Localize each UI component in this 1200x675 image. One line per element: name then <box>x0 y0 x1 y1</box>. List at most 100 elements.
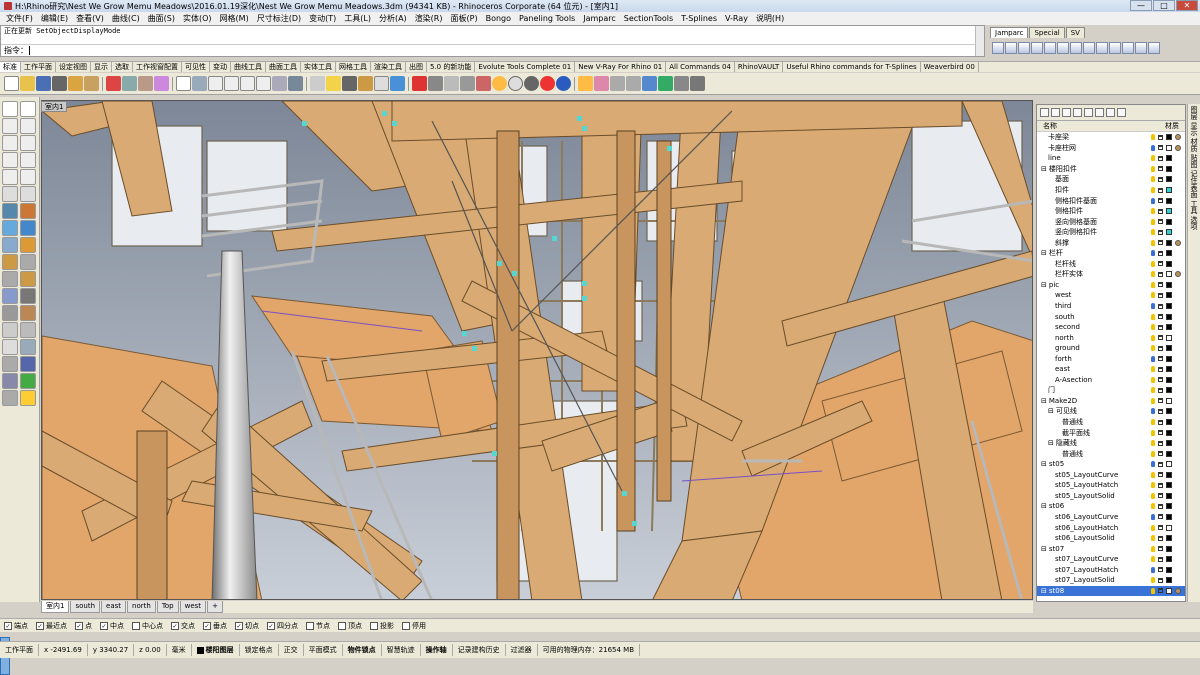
layer-row[interactable]: 竖向侧格基面 <box>1037 216 1185 227</box>
lock-icon[interactable] <box>1158 535 1163 541</box>
options-icon[interactable] <box>626 76 641 91</box>
script-icon[interactable] <box>610 76 625 91</box>
osnap-4[interactable]: 中心点 <box>132 621 163 631</box>
fillet-icon[interactable] <box>20 186 36 202</box>
expand-toggle-icon[interactable]: ⊟ <box>1041 460 1047 468</box>
toolbar-tab[interactable]: All Commands 04 <box>666 62 735 72</box>
layer-color-swatch[interactable] <box>1166 281 1172 288</box>
lock-icon[interactable] <box>1158 324 1163 330</box>
visibility-bulb-icon[interactable] <box>1151 471 1155 478</box>
layer-row[interactable]: 栏杆实体 <box>1037 269 1185 280</box>
visibility-bulb-icon[interactable] <box>1151 250 1155 257</box>
toolbar-tab[interactable]: 设定视图 <box>56 62 91 72</box>
mirror-icon[interactable] <box>20 271 36 287</box>
layer-row[interactable]: st07_LayoutCurve <box>1037 554 1185 565</box>
open-folder-icon[interactable] <box>20 76 35 91</box>
side-panel-tab[interactable]: 工具 <box>1189 200 1199 214</box>
trim-icon[interactable] <box>2 322 18 338</box>
layer-row[interactable]: 截平面线 <box>1037 427 1185 438</box>
snap-icon[interactable] <box>444 76 459 91</box>
lock-object-icon[interactable] <box>460 76 475 91</box>
new-sublayer-icon[interactable] <box>1051 108 1060 117</box>
toolbar-tab[interactable]: 曲线工具 <box>231 62 266 72</box>
menu-item[interactable]: 尺寸标注(D) <box>253 13 305 24</box>
layer-color-swatch[interactable] <box>1166 250 1172 257</box>
sun-icon[interactable] <box>492 76 507 91</box>
layer-name-header[interactable]: 名称 <box>1043 121 1057 131</box>
viewport-tab[interactable]: east <box>101 601 127 613</box>
polygon-icon[interactable] <box>20 152 36 168</box>
perspective-viewport[interactable] <box>41 100 1033 600</box>
properties-icon[interactable] <box>20 390 36 406</box>
material-icon[interactable] <box>1175 144 1181 151</box>
lock-icon[interactable] <box>1158 292 1163 298</box>
visibility-bulb-icon[interactable] <box>1151 187 1155 193</box>
layer-color-swatch[interactable] <box>1166 165 1172 172</box>
command-scrollbar[interactable] <box>975 26 984 56</box>
layer-row[interactable]: 基面 <box>1037 174 1185 185</box>
layer-row[interactable]: st06_LayoutHatch <box>1037 522 1185 533</box>
layout-icon[interactable] <box>288 76 303 91</box>
layer-row[interactable]: north <box>1037 332 1185 343</box>
layer-color-swatch[interactable] <box>1166 545 1172 552</box>
lock-icon[interactable] <box>1158 345 1163 351</box>
menu-item[interactable]: 工具(L) <box>340 13 375 24</box>
text-icon[interactable] <box>2 339 18 355</box>
scale-icon[interactable] <box>2 271 18 287</box>
expand-toggle-icon[interactable]: ⊟ <box>1041 502 1047 510</box>
osnap-9[interactable]: 节点 <box>306 621 330 631</box>
expand-toggle-icon[interactable]: ⊟ <box>1041 165 1047 173</box>
menu-item[interactable]: 渲染(R) <box>411 13 447 24</box>
osnap-checkbox[interactable] <box>306 621 314 630</box>
visibility-bulb-icon[interactable] <box>1151 545 1155 552</box>
layer-material-header[interactable]: 材质 <box>1165 121 1179 131</box>
toolbar-tab[interactable]: 变动 <box>210 62 231 72</box>
layer-row[interactable]: ⊟ 可见线 <box>1037 406 1185 417</box>
visibility-bulb-icon[interactable] <box>1151 218 1155 225</box>
visibility-bulb-icon[interactable] <box>1151 440 1155 447</box>
lock-icon[interactable] <box>1158 145 1163 151</box>
expand-toggle-icon[interactable]: ⊟ <box>1041 281 1047 289</box>
layer-row[interactable]: ⊟ st05 <box>1037 459 1185 470</box>
layer-color-swatch[interactable] <box>1166 450 1172 457</box>
move-icon[interactable] <box>2 254 18 270</box>
layer-row[interactable]: 普通线 <box>1037 448 1185 459</box>
toolbar-tab[interactable]: 网格工具 <box>336 62 371 72</box>
layer-color-swatch[interactable] <box>1166 134 1172 141</box>
visibility-bulb-icon[interactable] <box>1151 503 1155 510</box>
lock-icon[interactable] <box>1158 546 1163 552</box>
visibility-bulb-icon[interactable] <box>1151 208 1155 215</box>
tool-icon[interactable] <box>1083 42 1095 54</box>
expand-toggle-icon[interactable]: ⊟ <box>1041 587 1047 595</box>
layer-color-swatch[interactable] <box>1166 260 1172 267</box>
layer-color-swatch[interactable] <box>1166 334 1172 341</box>
material-icon[interactable] <box>1175 239 1181 246</box>
toolbar-tab[interactable]: RhinoVAULT <box>735 62 784 72</box>
menu-item[interactable]: Bongo <box>482 14 515 23</box>
mesh-icon[interactable] <box>2 237 18 253</box>
layer-row[interactable]: ⊟ 隐藏线 <box>1037 438 1185 449</box>
extrude-icon[interactable] <box>20 203 36 219</box>
layer-row[interactable]: ⊟ 楼阳扣件 <box>1037 164 1185 175</box>
lock-icon[interactable] <box>1158 430 1163 436</box>
split-icon[interactable] <box>20 322 36 338</box>
light-icon[interactable] <box>578 76 593 91</box>
side-panel-tab[interactable]: 选项 <box>1189 216 1199 230</box>
lock-icon[interactable] <box>1158 577 1163 583</box>
tool-icon[interactable] <box>1135 42 1147 54</box>
undo-icon[interactable] <box>154 76 169 91</box>
lock-icon[interactable] <box>1158 408 1163 414</box>
toolbar-tab[interactable]: 可见性 <box>182 62 210 72</box>
material-icon[interactable] <box>1175 587 1181 594</box>
block-icon[interactable] <box>20 356 36 372</box>
visibility-bulb-icon[interactable] <box>1151 429 1155 436</box>
toolbar-tab[interactable]: 工作视窗配置 <box>133 62 182 72</box>
layer-row[interactable]: forth <box>1037 353 1185 364</box>
menu-item[interactable]: SectionTools <box>620 14 677 23</box>
filter-icon[interactable] <box>1095 108 1104 117</box>
menu-item[interactable]: Paneling Tools <box>515 14 579 23</box>
copy-icon[interactable] <box>122 76 137 91</box>
sphere-shaded-icon[interactable] <box>524 76 539 91</box>
tool-icon[interactable] <box>1106 108 1115 117</box>
viewport-icon[interactable] <box>272 76 287 91</box>
